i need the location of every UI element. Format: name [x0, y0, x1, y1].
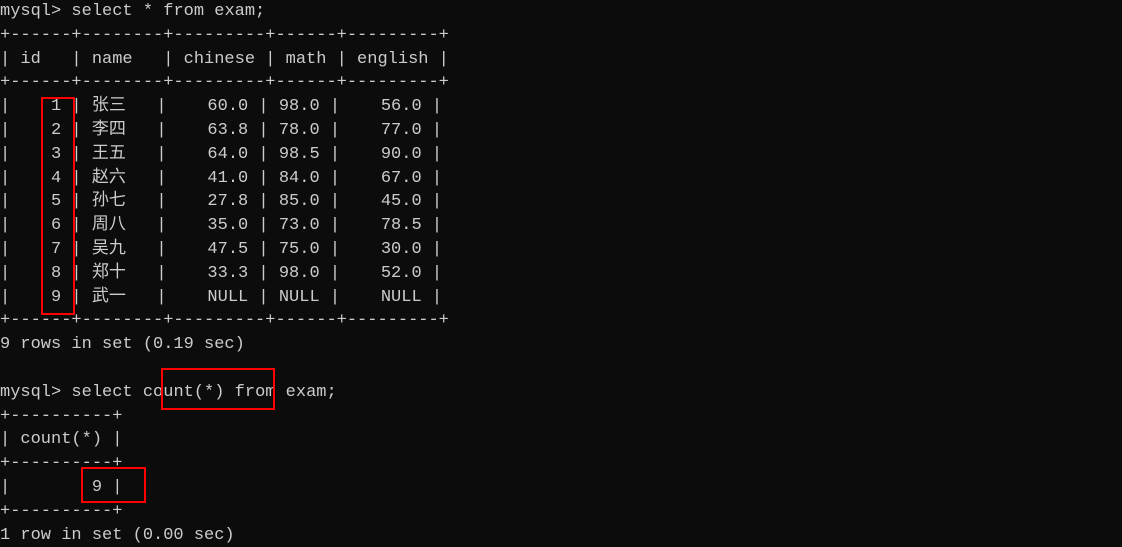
query2-footer: 1 row in set (0.00 sec) — [0, 524, 1122, 547]
table1-body: | 1 | 张三 | 60.0 | 98.0 | 56.0 || 2 | 李四 … — [0, 95, 1122, 309]
table2-bottom-border: +----------+ — [0, 500, 1122, 524]
query1-statement: select * from exam; — [71, 2, 265, 21]
table2-header: | count(*) | — [0, 428, 1122, 452]
mysql-prompt: mysql> — [0, 2, 71, 21]
table2-sep-border: +----------+ — [0, 452, 1122, 476]
query2-line: mysql> select count(*) from exam; — [0, 381, 1122, 405]
table-row: | 4 | 赵六 | 41.0 | 84.0 | 67.0 | — [0, 167, 1122, 191]
table2-value: | 9 | — [0, 476, 1122, 500]
query1-footer: 9 rows in set (0.19 sec) — [0, 333, 1122, 357]
table1-sep-border: +------+--------+---------+------+------… — [0, 71, 1122, 95]
table-row: | 6 | 周八 | 35.0 | 73.0 | 78.5 | — [0, 214, 1122, 238]
table-row: | 8 | 郑十 | 33.3 | 98.0 | 52.0 | — [0, 262, 1122, 286]
table-row: | 1 | 张三 | 60.0 | 98.0 | 56.0 | — [0, 95, 1122, 119]
terminal-output: mysql> select * from exam; +------+-----… — [0, 0, 1122, 547]
table-row: | 2 | 李四 | 63.8 | 78.0 | 77.0 | — [0, 119, 1122, 143]
table1-top-border: +------+--------+---------+------+------… — [0, 24, 1122, 48]
query2-post: from exam; — [224, 383, 336, 402]
table-row: | 5 | 孙七 | 27.8 | 85.0 | 45.0 | — [0, 190, 1122, 214]
table1-header: | id | name | chinese | math | english | — [0, 48, 1122, 72]
query1-line: mysql> select * from exam; — [0, 0, 1122, 24]
table-row: | 3 | 王五 | 64.0 | 98.5 | 90.0 | — [0, 143, 1122, 167]
table-row: | 7 | 吴九 | 47.5 | 75.0 | 30.0 | — [0, 238, 1122, 262]
table1-bottom-border: +------+--------+---------+------+------… — [0, 309, 1122, 333]
query2-count-fn: count(*) — [143, 383, 225, 402]
table2-top-border: +----------+ — [0, 405, 1122, 429]
query2-pre: select — [71, 383, 142, 402]
blank-line — [0, 357, 1122, 381]
table-row: | 9 | 武一 | NULL | NULL | NULL | — [0, 286, 1122, 310]
mysql-prompt2: mysql> — [0, 383, 71, 402]
